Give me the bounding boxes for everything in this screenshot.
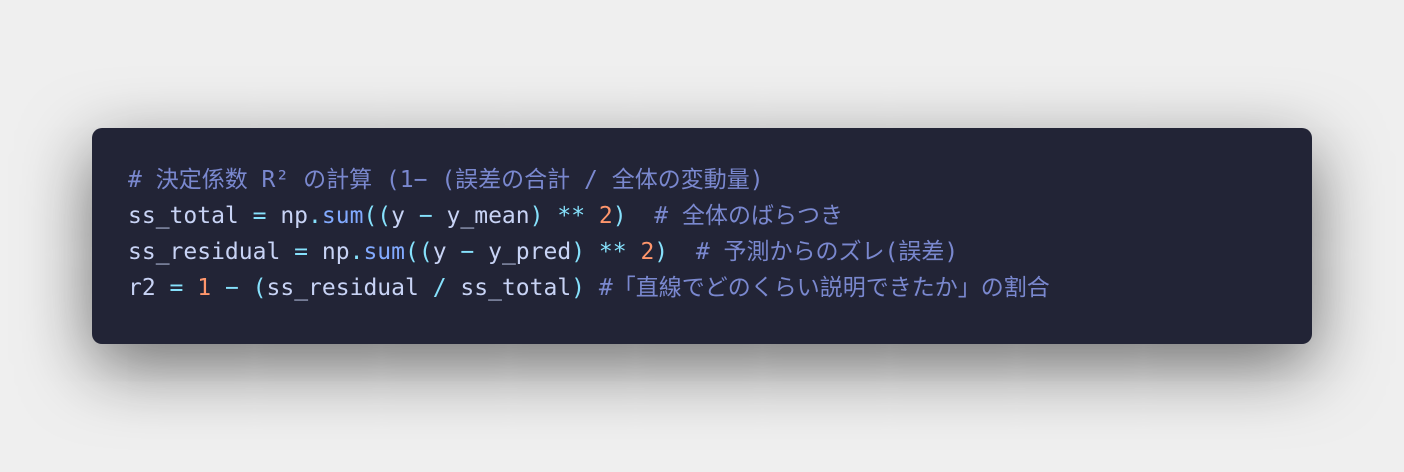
code-paren: ) (654, 239, 669, 265)
code-line-1: # 決定係数 R² の計算 (1− (誤差の合計 / 全体の変動量) (128, 162, 1276, 198)
code-comment: # 予測からのズレ(誤差) (668, 239, 959, 265)
code-variable: y (391, 203, 405, 229)
code-number: 2 (640, 239, 655, 265)
code-operator: / (418, 275, 461, 301)
code-comment: #「直線でどのくらい説明できたか」の割合 (585, 275, 1050, 301)
code-object: np (321, 239, 350, 265)
code-operator: = (280, 239, 322, 265)
code-operator: = (155, 275, 198, 301)
code-operator: − (211, 275, 253, 301)
code-variable: y_pred (488, 239, 572, 265)
code-operator: = (238, 203, 281, 229)
code-variable: ss_residual (128, 239, 281, 265)
code-paren: ) (612, 203, 627, 229)
code-object: np (280, 203, 309, 229)
code-line-3: ss_residual = np.sum((y − y_pred) ** 2) … (128, 234, 1276, 270)
code-variable: ss_residual (266, 275, 419, 301)
code-paren: ) (529, 203, 544, 229)
code-variable: ss_total (460, 275, 572, 301)
code-function: sum (321, 203, 364, 229)
code-paren: (( (363, 203, 392, 229)
code-paren: ( (252, 275, 267, 301)
code-dot: . (349, 239, 364, 265)
code-operator: ** (543, 203, 599, 229)
code-line-2: ss_total = np.sum((y − y_mean) ** 2) # 全… (128, 198, 1276, 234)
code-variable: ss_total (128, 203, 239, 229)
code-operator: ** (585, 239, 641, 265)
code-variable: y (432, 239, 447, 265)
code-block: # 決定係数 R² の計算 (1− (誤差の合計 / 全体の変動量) ss_to… (92, 128, 1312, 344)
code-dot: . (308, 203, 322, 229)
code-paren: ) (571, 239, 586, 265)
code-operator: − (405, 203, 447, 229)
code-paren: ) (571, 275, 586, 301)
code-line-4: r2 = 1 − (ss_residual / ss_total) #「直線でど… (128, 270, 1276, 306)
code-variable: y_mean (446, 203, 530, 229)
code-comment: # 決定係数 R² の計算 (1− (誤差の合計 / 全体の変動量) (128, 167, 764, 193)
code-comment: # 全体のばらつき (626, 203, 843, 229)
code-paren: (( (404, 239, 433, 265)
code-variable: r2 (128, 275, 156, 301)
code-number: 2 (598, 203, 613, 229)
code-operator: − (446, 239, 489, 265)
code-function: sum (363, 239, 405, 265)
code-number: 1 (197, 275, 212, 301)
